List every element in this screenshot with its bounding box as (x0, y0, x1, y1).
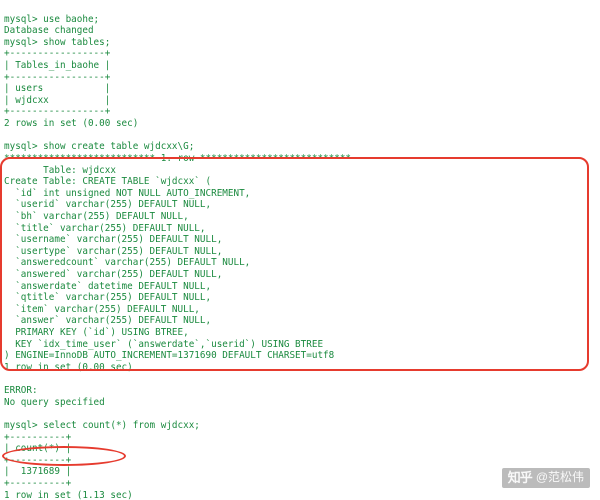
line: +-----------------+ (4, 106, 110, 117)
line: PRIMARY KEY (`id`) USING BTREE, (4, 327, 189, 338)
line: `answeredcount` varchar(255) DEFAULT NUL… (4, 257, 250, 268)
line: `userid` varchar(255) DEFAULT NULL, (4, 199, 211, 210)
line: | users | (4, 83, 110, 94)
line: `bh` varchar(255) DEFAULT NULL, (4, 211, 189, 222)
line: mysql> use baohe; (4, 14, 99, 25)
line: 1 row in set (0.00 sec) (4, 362, 133, 373)
watermark: 知乎 @范松伟 (502, 468, 590, 488)
line: +-----------------+ (4, 72, 110, 83)
line: `usertype` varchar(255) DEFAULT NULL, (4, 246, 222, 257)
line: *************************** 1. row *****… (4, 153, 351, 164)
line: `username` varchar(255) DEFAULT NULL, (4, 234, 222, 245)
line: `id` int unsigned NOT NULL AUTO_INCREMEN… (4, 188, 250, 199)
line: mysql> show tables; (4, 37, 110, 48)
line: `answered` varchar(255) DEFAULT NULL, (4, 269, 222, 280)
line: ) ENGINE=InnoDB AUTO_INCREMENT=1371690 D… (4, 350, 334, 361)
line: No query specified (4, 397, 105, 408)
line: +----------+ (4, 455, 71, 466)
terminal-output: mysql> use baohe; Database changed mysql… (0, 0, 600, 500)
line: | Tables_in_baohe | (4, 60, 110, 71)
line: ERROR: (4, 385, 38, 396)
line: KEY `idx_time_user` (`answerdate`,`useri… (4, 339, 323, 350)
line: | count(*) | (4, 443, 71, 454)
line: Table: wjdcxx (4, 165, 116, 176)
line: mysql> select count(*) from wjdcxx; (4, 420, 200, 431)
line: 1 row in set (1.13 sec) (4, 490, 133, 500)
line: Database changed (4, 25, 94, 36)
line: mysql> show create table wjdcxx\G; (4, 141, 194, 152)
line: `title` varchar(255) DEFAULT NULL, (4, 223, 206, 234)
line: `qtitle` varchar(255) DEFAULT NULL, (4, 292, 211, 303)
line: +----------+ (4, 432, 71, 443)
line: | wjdcxx | (4, 95, 110, 106)
line: +-----------------+ (4, 48, 110, 59)
line: +----------+ (4, 478, 71, 489)
zhihu-logo-icon: 知乎 (508, 470, 532, 486)
line: Create Table: CREATE TABLE `wjdcxx` ( (4, 176, 211, 187)
watermark-author: @范松伟 (536, 470, 584, 485)
line: | 1371689 | (4, 466, 71, 477)
line: 2 rows in set (0.00 sec) (4, 118, 138, 129)
line: `answer` varchar(255) DEFAULT NULL, (4, 315, 211, 326)
line: `answerdate` datetime DEFAULT NULL, (4, 281, 211, 292)
line: `item` varchar(255) DEFAULT NULL, (4, 304, 200, 315)
